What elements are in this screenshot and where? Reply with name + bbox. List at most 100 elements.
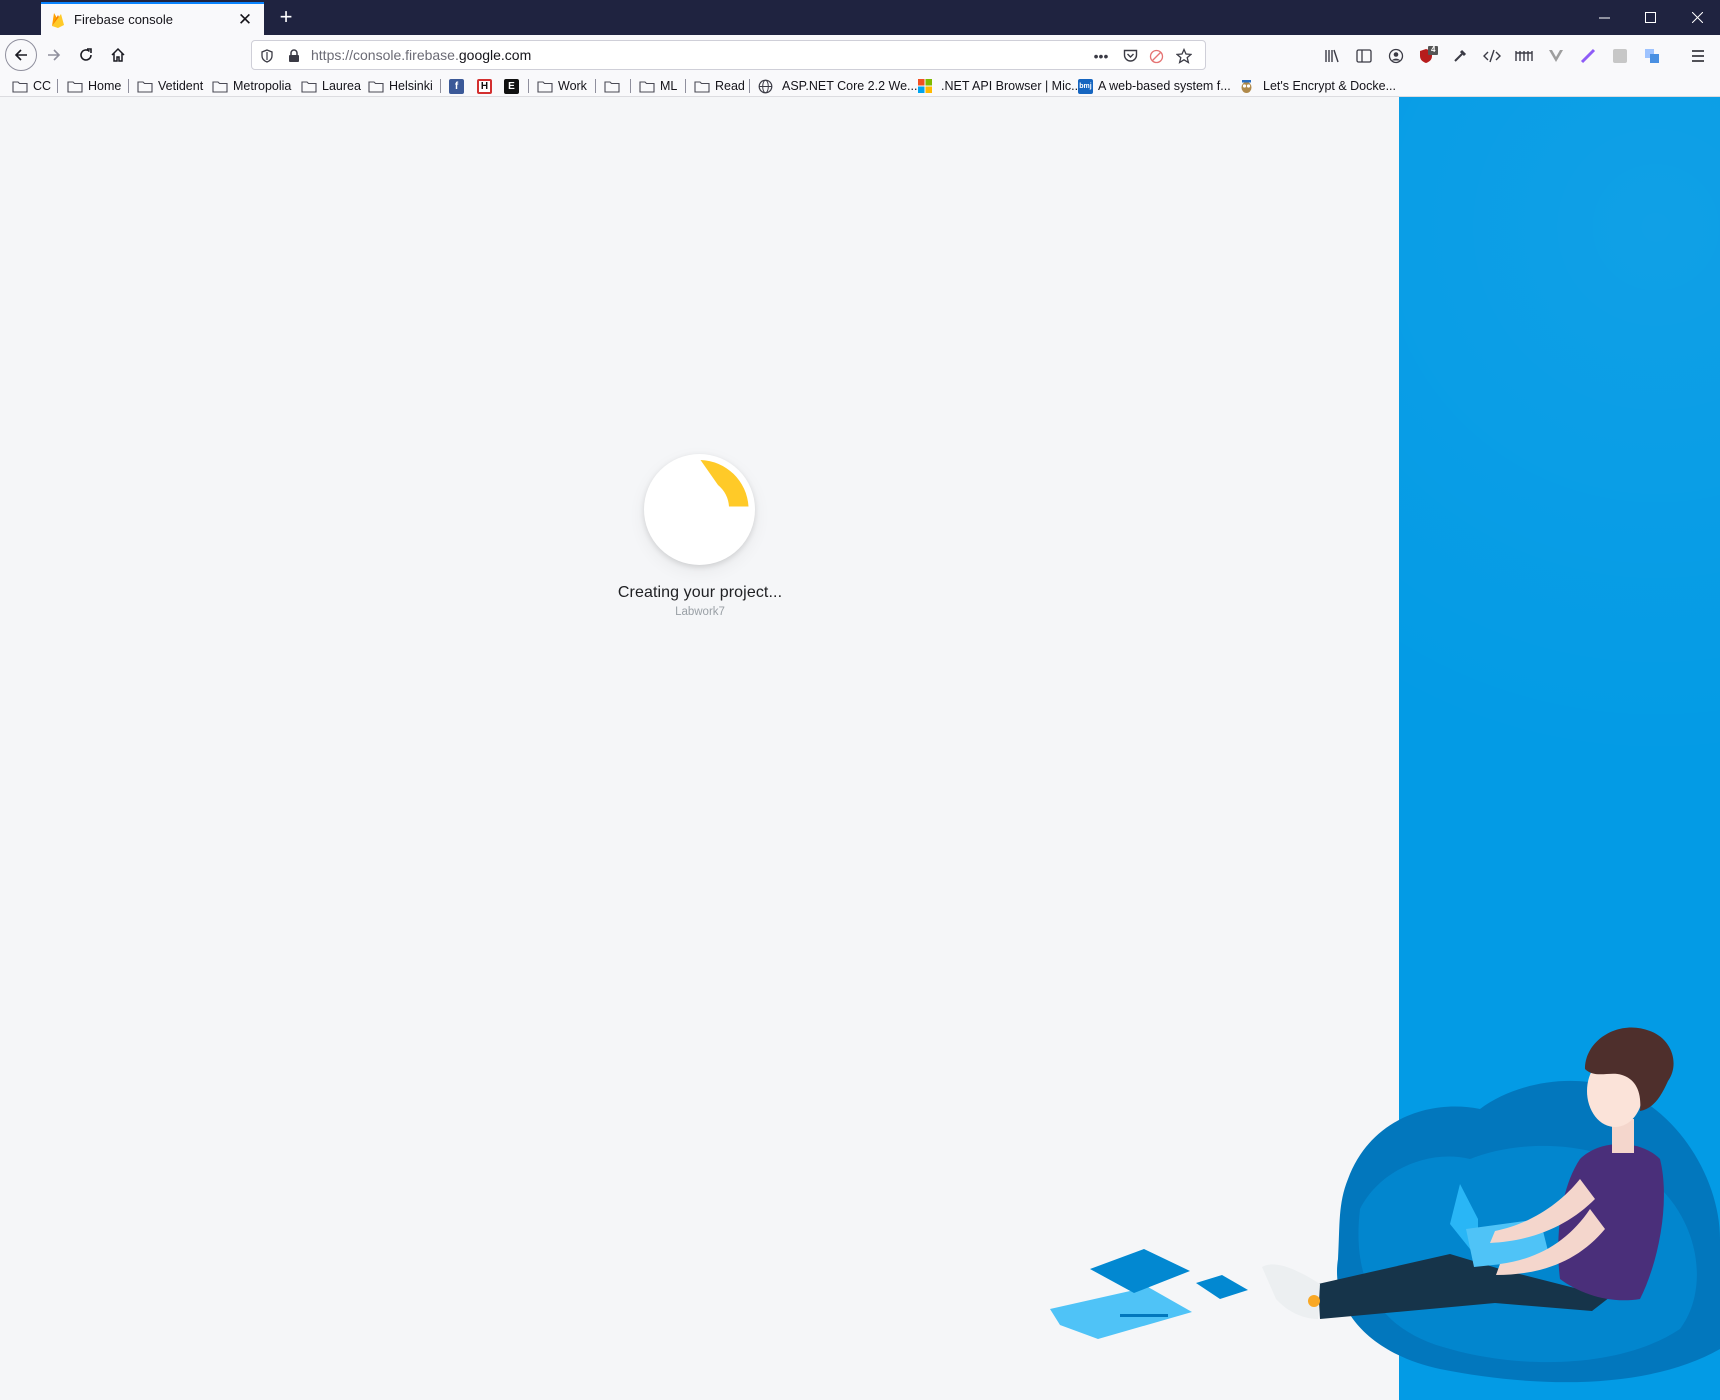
- globe-icon: [758, 79, 773, 93]
- sidebar-icon[interactable]: [1354, 46, 1374, 66]
- bookmark-folder-cc[interactable]: CC: [12, 77, 51, 95]
- ublock-origin-icon[interactable]: 4: [1418, 45, 1438, 66]
- bookmark-folder-helsinki[interactable]: Helsinki: [368, 77, 433, 95]
- folder-icon: [639, 80, 655, 93]
- maximize-button[interactable]: [1627, 0, 1673, 35]
- bookmark-separator: [440, 79, 441, 93]
- folder-icon: [694, 80, 710, 93]
- reload-button[interactable]: [70, 39, 102, 71]
- bookmark-separator: [57, 79, 58, 93]
- bookmark-folder-laurea[interactable]: Laurea: [301, 77, 361, 95]
- address-bar[interactable]: https://console.firebase.google.com •••: [251, 40, 1206, 70]
- owl-icon: [1241, 79, 1252, 93]
- reload-icon: [80, 48, 92, 61]
- bookmark-folder-ml[interactable]: ML: [639, 77, 677, 95]
- bookmark-folder-unnamed[interactable]: [604, 77, 625, 95]
- tab-firebase-console[interactable]: Firebase console ✕: [41, 2, 264, 35]
- folder-icon: [301, 80, 317, 93]
- bookmark-aspnet-core[interactable]: ASP.NET Core 2.2 We...: [758, 77, 917, 95]
- progress-arc-icon: [700, 460, 749, 507]
- autoplay-blocked-icon[interactable]: [1147, 47, 1165, 65]
- page-actions-menu-icon[interactable]: •••: [1092, 47, 1110, 65]
- firebase-icon: [52, 12, 64, 28]
- bookmark-separator: [630, 79, 631, 93]
- bookmark-separator: [595, 79, 596, 93]
- bookmark-folder-work[interactable]: Work: [537, 77, 587, 95]
- loading-spinner: [644, 454, 755, 565]
- folder-icon: [137, 80, 153, 93]
- bookmark-h-site[interactable]: H: [477, 77, 497, 95]
- lock-icon[interactable]: [285, 47, 303, 65]
- bookmark-label: Let's Encrypt & Docke...: [1263, 79, 1396, 93]
- close-window-button[interactable]: [1674, 0, 1720, 35]
- folder-icon: [368, 80, 384, 93]
- tab-close-icon[interactable]: ✕: [236, 10, 254, 30]
- ruler-icon[interactable]: [1514, 46, 1534, 66]
- tracking-protection-icon[interactable]: [258, 47, 276, 65]
- folder-icon: [212, 80, 228, 93]
- bookmark-label: Metropolia: [233, 79, 292, 93]
- bookmark-folder-read[interactable]: Read: [694, 77, 745, 95]
- bookmark-lets-encrypt-docker[interactable]: Let's Encrypt & Docke...: [1239, 77, 1396, 95]
- bookmark-separator: [128, 79, 129, 93]
- bookmark-folder-home[interactable]: Home: [67, 77, 121, 95]
- arrow-right-icon: [48, 49, 61, 61]
- bookmark-star-icon[interactable]: [1175, 47, 1193, 65]
- bookmark-folder-metropolia[interactable]: Metropolia: [212, 77, 291, 95]
- folder-icon: [67, 80, 83, 93]
- account-icon[interactable]: [1386, 46, 1406, 66]
- bookmark-label: CC: [33, 79, 52, 93]
- url-prefix: https://console.firebase.: [311, 47, 459, 63]
- bookmark-facebook[interactable]: f: [449, 77, 469, 95]
- pocket-icon[interactable]: [1121, 47, 1139, 65]
- minimize-icon: [1598, 17, 1610, 19]
- folder-icon: [12, 80, 28, 93]
- bookmark-label: Work: [558, 79, 587, 93]
- library-icon[interactable]: [1322, 46, 1342, 66]
- ublock-badge-count: 4: [1431, 45, 1436, 54]
- home-button[interactable]: [102, 39, 134, 71]
- microsoft-logo-icon: [918, 79, 932, 93]
- url-domain: google.com: [458, 47, 532, 63]
- bookmark-label: ASP.NET Core 2.2 We...: [782, 79, 918, 93]
- person-with-laptop-illustration: [1050, 1027, 1720, 1383]
- new-tab-button[interactable]: +: [272, 4, 300, 32]
- bookmark-label: ML: [660, 79, 678, 93]
- bookmark-label: Laurea: [322, 79, 361, 93]
- forward-button[interactable]: [38, 39, 70, 71]
- extension-icon[interactable]: [1610, 46, 1630, 66]
- maximize-icon: [1644, 12, 1656, 23]
- url-text[interactable]: https://console.firebase.google.com: [311, 47, 531, 63]
- hamburger-menu-icon[interactable]: [1688, 46, 1708, 66]
- folder-icon: [537, 80, 553, 93]
- tab-bar: Firebase console ✕ +: [0, 0, 1720, 35]
- navigation-toolbar: https://console.firebase.google.com ••• …: [0, 35, 1720, 75]
- translate-icon[interactable]: [1642, 46, 1662, 66]
- h-logo-icon: H: [477, 78, 492, 94]
- e-logo-icon: E: [504, 78, 519, 94]
- folder-icon: [604, 80, 620, 93]
- page-content: Creating your project... Labwork7: [0, 97, 1720, 1400]
- bookmark-label: A web-based system f...: [1098, 79, 1231, 93]
- bookmark-dotnet-api-browser[interactable]: .NET API Browser | Mic...: [918, 77, 1082, 95]
- bookmark-separator: [749, 79, 750, 93]
- eyedropper-icon[interactable]: [1450, 46, 1470, 66]
- home-icon: [111, 47, 125, 62]
- back-button[interactable]: [5, 39, 37, 71]
- code-icon[interactable]: [1482, 46, 1502, 66]
- bookmark-label: Home: [88, 79, 122, 93]
- bookmark-separator: [528, 79, 529, 93]
- facebook-icon: f: [449, 78, 464, 94]
- bookmark-folder-vetident[interactable]: Vetident: [137, 77, 203, 95]
- bookmark-web-based-system[interactable]: bmj A web-based system f...: [1078, 77, 1231, 95]
- arrow-left-icon: [14, 49, 27, 61]
- bookmarks-bar: CC Home Vetident Metropolia Laurea Helsi…: [0, 75, 1720, 97]
- bookmark-e-site[interactable]: E: [504, 77, 524, 95]
- creating-project-status: Creating your project...: [617, 584, 783, 601]
- close-icon: [1691, 12, 1703, 23]
- bookmark-separator: [685, 79, 686, 93]
- pen-icon[interactable]: [1578, 46, 1598, 66]
- minimize-button[interactable]: [1581, 0, 1627, 35]
- vue-devtools-icon[interactable]: [1546, 46, 1566, 66]
- project-name: Labwork7: [675, 606, 725, 618]
